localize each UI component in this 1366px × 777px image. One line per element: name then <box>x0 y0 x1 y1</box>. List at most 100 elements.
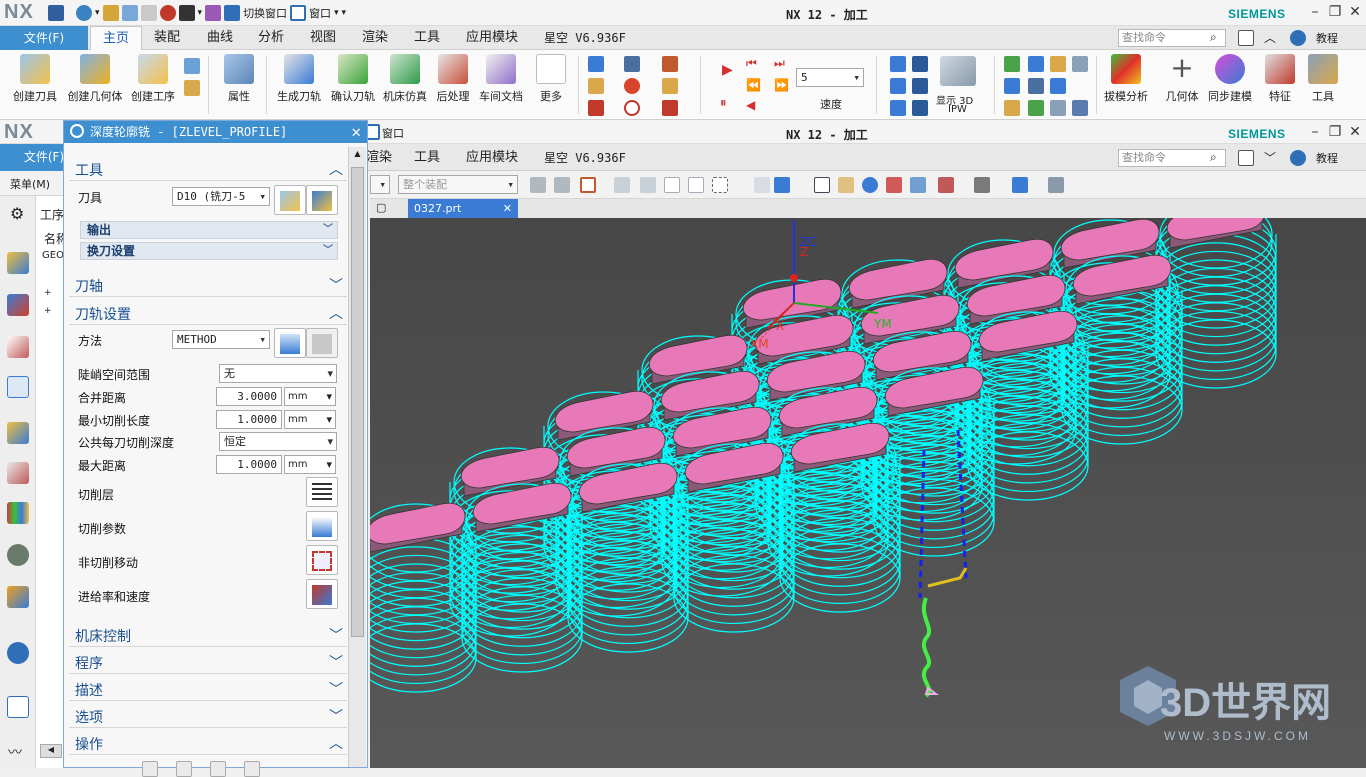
shop-documentation-button[interactable]: 车间文档 <box>472 54 530 104</box>
non-cut-moves-button[interactable] <box>306 545 338 575</box>
create-tool-button[interactable]: 创建刀具 <box>6 54 64 104</box>
snap2-icon[interactable] <box>554 177 570 193</box>
tutorial-link[interactable]: 教程 <box>1316 150 1338 166</box>
tutorial-link[interactable]: 教程 <box>1316 30 1338 46</box>
layer-icon[interactable] <box>1072 56 1088 72</box>
window-menu[interactable]: 窗口 <box>382 125 404 141</box>
close-icon[interactable]: ✕ <box>351 121 361 143</box>
section-actions[interactable]: 操作 ︿ <box>69 731 347 755</box>
chevron-down-icon[interactable]: ▾ <box>95 8 100 18</box>
verify-toolpath-button[interactable]: 确认刀轨 <box>324 54 382 104</box>
section-description[interactable]: 描述 ﹀ <box>69 677 347 701</box>
web-browser-icon[interactable] <box>7 586 29 608</box>
expand-icon[interactable]: + <box>44 288 52 298</box>
help-icon[interactable] <box>1290 150 1306 166</box>
part-navigator-icon[interactable] <box>7 336 29 358</box>
verify-icon[interactable] <box>210 761 226 777</box>
section-program[interactable]: 程序 ﹀ <box>69 650 347 674</box>
toolpath-list-icon[interactable] <box>890 100 906 116</box>
fast-forward-icon[interactable]: ⏩ <box>774 78 789 92</box>
pan-icon[interactable] <box>886 177 902 193</box>
gear-icon[interactable]: ⚙ <box>10 204 24 223</box>
chevron-down-icon[interactable]: ▾ <box>198 8 203 18</box>
constraint-navigator-icon[interactable] <box>7 294 29 316</box>
dialog-scrollbar[interactable]: ▲ <box>348 147 366 767</box>
select-icon[interactable] <box>580 177 596 193</box>
display-toolpath-icon[interactable] <box>588 56 604 72</box>
point-icon[interactable] <box>614 177 630 193</box>
list-toolpath-icon[interactable] <box>588 78 604 94</box>
more-button[interactable]: 更多 <box>526 54 576 104</box>
hd3d-icon[interactable] <box>7 544 29 566</box>
toolpath-3d-icon[interactable] <box>912 78 928 94</box>
merge-distance-unit-select[interactable]: mm <box>284 387 336 406</box>
restore-icon[interactable]: ❐ <box>1326 3 1344 21</box>
cut-params-button[interactable] <box>306 511 338 541</box>
attributes-button[interactable]: 属性 <box>210 54 268 104</box>
tab-analysis[interactable]: 分析 <box>258 26 284 50</box>
toolpath-replay-icon[interactable] <box>912 56 928 72</box>
reuse-library-icon[interactable] <box>7 502 29 524</box>
toolpath-2d-icon[interactable] <box>890 78 906 94</box>
section-machine-control[interactable]: 机床控制 ﹀ <box>69 623 347 647</box>
replay-icon[interactable] <box>176 761 192 777</box>
measure-icon[interactable] <box>1004 100 1020 116</box>
tab-assembly[interactable]: 装配 <box>154 26 180 50</box>
edge-style-icon[interactable] <box>1012 177 1028 193</box>
generate-icon[interactable] <box>142 761 158 777</box>
toolpath-filter-icon[interactable] <box>912 100 928 116</box>
chevron-down-icon[interactable]: ﹀ <box>1264 149 1276 166</box>
info-icon[interactable] <box>1028 100 1044 116</box>
tool-change-subsection[interactable]: 换刀设置 ﹀ <box>80 242 338 260</box>
rewind-icon[interactable]: ⏪ <box>746 78 761 92</box>
switch-window-button[interactable]: 切换窗口 <box>243 5 287 21</box>
file-menu[interactable]: 文件(F) <box>0 26 88 50</box>
tab-curve[interactable]: 曲线 <box>207 26 233 50</box>
section-tool-axis[interactable]: 刀轴 ﹀ <box>69 273 347 297</box>
visibility-icon[interactable] <box>1048 177 1064 193</box>
tab-plugin[interactable]: 星空 V6.936F <box>544 146 626 170</box>
check-icon[interactable] <box>1004 56 1020 72</box>
create-geometry-button[interactable]: 创建几何体 <box>64 54 126 104</box>
tab-view[interactable]: 视图 <box>310 26 336 50</box>
repeat-command-icon[interactable] <box>159 5 176 21</box>
method-view-icon[interactable] <box>184 80 200 96</box>
object-icon[interactable] <box>1050 56 1066 72</box>
geometry-button[interactable]: + 几何体 <box>1156 54 1208 104</box>
min-cut-length-input[interactable]: 1.0000 <box>216 410 282 429</box>
machine-tool-navigator-icon[interactable] <box>7 422 29 444</box>
search-icon[interactable]: ⌕ <box>1210 150 1217 165</box>
rotate-icon[interactable] <box>862 177 878 193</box>
window-menu[interactable]: 窗口 <box>309 5 331 21</box>
tools-button[interactable]: 工具 <box>1300 54 1346 104</box>
create-operation-button[interactable]: 创建工序 <box>124 54 182 104</box>
expand-icon[interactable]: + <box>44 306 52 316</box>
assembly-navigator-icon[interactable] <box>7 252 29 274</box>
program-view-icon[interactable] <box>184 58 200 74</box>
roles-icon[interactable] <box>7 696 29 718</box>
lasso-icon[interactable] <box>688 177 704 193</box>
snap-icon[interactable] <box>530 177 546 193</box>
depth-per-cut-select[interactable]: 恒定 <box>219 432 337 451</box>
cut-icon[interactable] <box>102 5 119 21</box>
box-select-icon[interactable] <box>712 177 728 193</box>
undo-icon[interactable] <box>76 5 92 21</box>
line-icon[interactable] <box>662 100 678 116</box>
gear-toggle-icon[interactable] <box>1050 100 1066 116</box>
restore-icon[interactable]: ❐ <box>1326 123 1344 141</box>
section-options[interactable]: 选项 ﹀ <box>69 704 347 728</box>
scroll-up-icon[interactable]: ▲ <box>351 149 364 161</box>
tab-tools[interactable]: 工具 <box>414 146 440 170</box>
switch-window-icon[interactable] <box>224 5 241 21</box>
edit-icon[interactable] <box>1028 56 1044 72</box>
copy-object-icon[interactable] <box>1050 78 1066 94</box>
machining-feature-icon[interactable] <box>7 462 29 484</box>
export-icon[interactable] <box>1072 100 1088 116</box>
display-icon[interactable] <box>178 5 195 21</box>
view-orient-icon[interactable] <box>910 177 926 193</box>
step-forward-icon[interactable]: ⏭ <box>774 56 785 71</box>
graphics-window[interactable]: ZC Z X YM XM 3D世界网 WWW.3DSJW.COM <box>355 198 1366 768</box>
circle-select-icon[interactable] <box>664 177 680 193</box>
toolpath-animate-icon[interactable] <box>890 56 906 72</box>
assembly-filter-select[interactable]: 整个装配 <box>398 175 518 194</box>
